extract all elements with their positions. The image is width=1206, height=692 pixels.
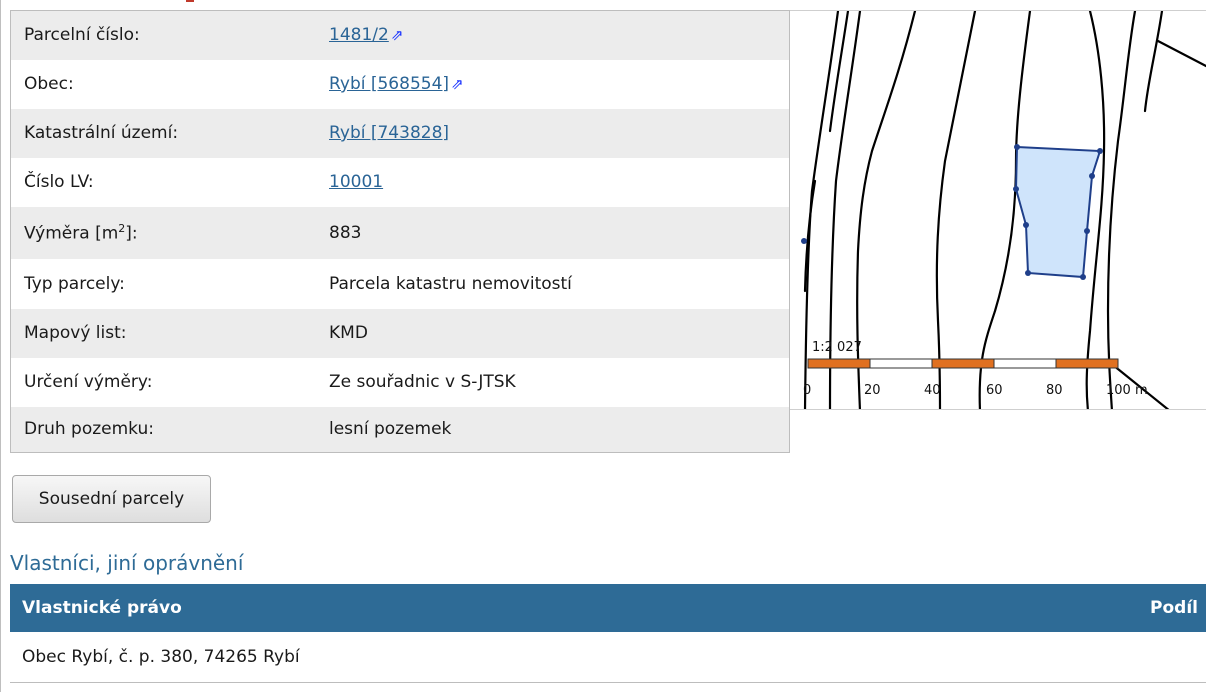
owner-row: Obec Rybí, č. p. 380, 74265 Rybí (10, 632, 1206, 683)
lv-number-link[interactable]: 10001 (329, 172, 383, 192)
scale-tick: 60 (986, 383, 1003, 398)
area-label: Výměra [m2]: (24, 221, 138, 244)
owner-name: Obec Rybí, č. p. 380, 74265 Rybí (10, 632, 1013, 683)
area-method-value: Ze souřadnic v S-JTSK (329, 372, 516, 392)
land-type-value: lesní pozemek (329, 419, 452, 440)
parcel-number-link[interactable]: 1481/2 (329, 25, 389, 45)
heading-fragment (186, 0, 194, 2)
map-canvas[interactable]: 1:2 027 0 20 40 60 80 100 m (790, 11, 1206, 410)
selected-parcel[interactable] (801, 144, 1103, 280)
scale-tick: 100 m (1106, 383, 1148, 398)
owners-header-share: Podíl (1012, 584, 1206, 632)
parcel-type-label: Typ parcely: (24, 273, 125, 294)
municipality-label: Obec: (24, 74, 74, 94)
parcel-row-map-sheet: Mapový list: KMD (10, 308, 790, 358)
parcel-row-number: Parcelní číslo: 1481/2 ⇗ (10, 10, 790, 60)
municipality-link[interactable]: Rybí [568554] (329, 74, 449, 94)
cadastral-area-label: Katastrální území: (24, 123, 179, 143)
cadastral-area-link[interactable]: Rybí [743828] (329, 123, 449, 143)
map-sheet-label: Mapový list: (24, 323, 127, 343)
neighbor-parcels-button[interactable]: Sousední parcely (12, 475, 211, 523)
parcel-row-municipality: Obec: Rybí [568554] ⇗ (10, 59, 790, 109)
area-value: 883 (329, 222, 362, 243)
parcel-boundary-line (1156, 39, 1206, 68)
scale-ratio-text: 1:2 027 (812, 340, 862, 355)
parcel-boundary-line (1143, 11, 1164, 113)
parcel-row-type: Typ parcely: Parcela katastru nemovitost… (10, 258, 790, 309)
land-type-label: Druh pozemku: (24, 419, 154, 440)
lv-number-label: Číslo LV: (24, 172, 94, 192)
parcel-boundary-line (856, 11, 917, 409)
parcel-row-land-type: Druh pozemku: lesní pozemek (10, 406, 790, 453)
owners-section-title: Vlastníci, jiní oprávnění (10, 551, 244, 575)
map-sheet-value: KMD (329, 323, 368, 343)
owners-table: Vlastnické právo Podíl Obec Rybí, č. p. … (10, 584, 1206, 683)
owner-share (1012, 632, 1206, 683)
external-link-icon[interactable]: ⇗ (391, 26, 404, 44)
parcel-row-lv-number: Číslo LV: 10001 (10, 157, 790, 207)
scale-tick: 40 (924, 383, 941, 398)
parcel-info-table: Parcelní číslo: 1481/2 ⇗ Obec: Rybí [5685… (10, 10, 790, 453)
scale-tick: 0 (803, 383, 811, 398)
scale-tick: 80 (1046, 383, 1063, 398)
left-border (0, 0, 1, 692)
parcel-type-value: Parcela katastru nemovitostí (329, 273, 572, 294)
parcel-row-area-method: Určení výměry: Ze souřadnic v S-JTSK (10, 357, 790, 407)
area-method-label: Určení výměry: (24, 372, 153, 392)
cadastral-map[interactable]: 1:2 027 0 20 40 60 80 100 m (790, 10, 1206, 410)
parcel-row-cadastral-area: Katastrální území: Rybí [743828] (10, 108, 790, 158)
parcel-boundary-line (935, 11, 977, 409)
parcel-number-label: Parcelní číslo: (24, 25, 140, 46)
owners-header-right: Vlastnické právo (10, 584, 1013, 632)
parcel-row-area: Výměra [m2]: 883 (10, 206, 790, 259)
parcel-boundary-line (1106, 11, 1137, 409)
scale-tick: 20 (864, 383, 881, 398)
external-link-icon[interactable]: ⇗ (451, 75, 464, 93)
scale-bar: 1:2 027 0 20 40 60 80 100 m (803, 340, 1148, 398)
